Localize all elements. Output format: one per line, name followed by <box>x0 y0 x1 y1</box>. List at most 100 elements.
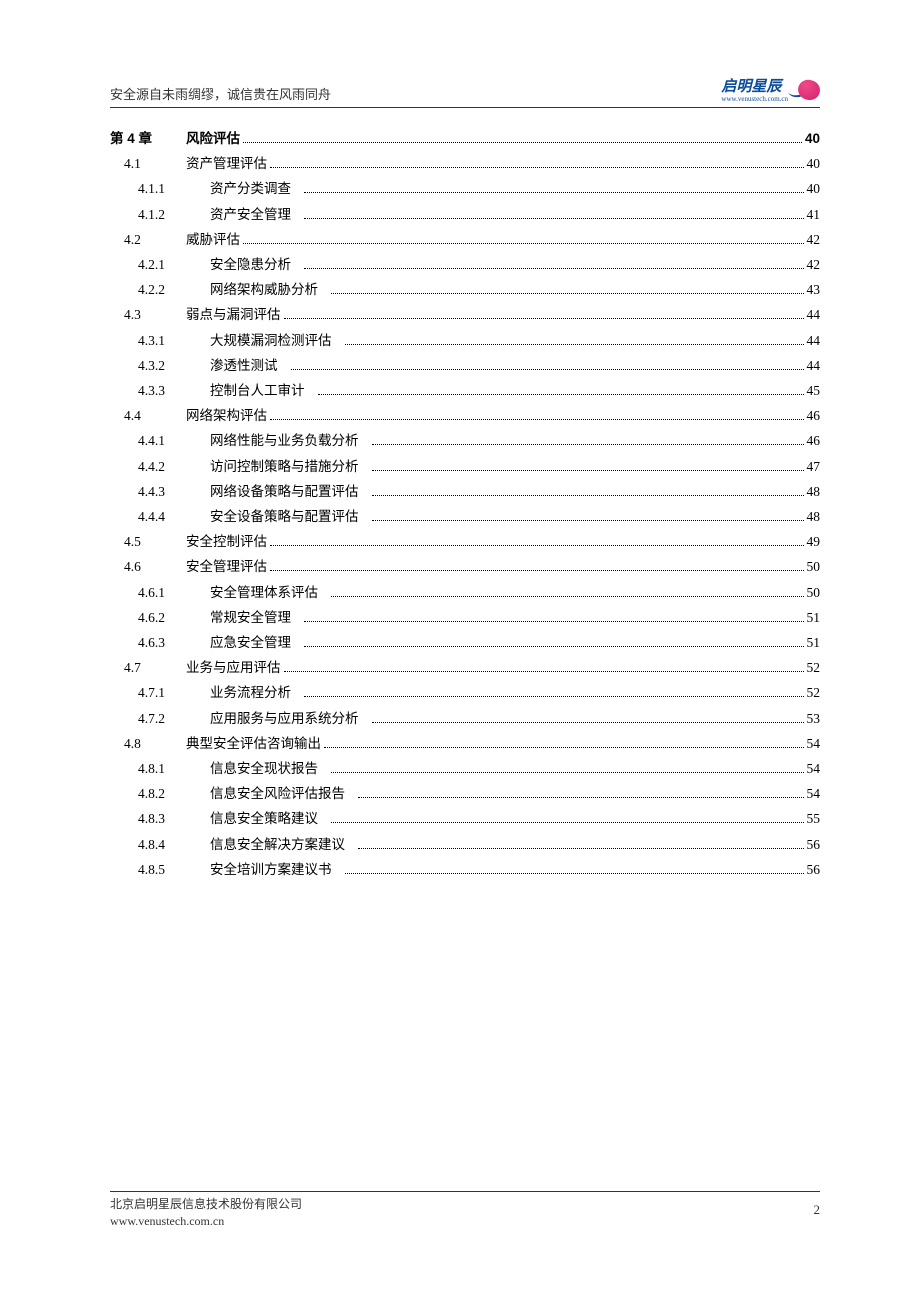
toc-leader-dots <box>372 509 804 521</box>
toc-title: 网络架构评估 <box>186 403 267 428</box>
toc-entry: 4.2.1安全隐患分析42 <box>110 252 820 277</box>
toc-page-number: 43 <box>807 277 821 302</box>
toc-entry: 4.7.2应用服务与应用系统分析53 <box>110 706 820 731</box>
toc-title: 资产管理评估 <box>186 151 267 176</box>
toc-entry: 4.8典型安全评估咨询输出54 <box>110 731 820 756</box>
toc-entry: 4.6安全管理评估 50 <box>110 554 820 579</box>
toc-number: 4.3.2 <box>138 353 210 378</box>
toc-leader-dots <box>243 131 802 143</box>
toc-leader-dots <box>331 812 804 824</box>
toc-entry: 4.3.1大规模漏洞检测评估 44 <box>110 328 820 353</box>
toc-page-number: 54 <box>807 781 821 806</box>
toc-leader-dots <box>243 232 804 244</box>
toc-title: 信息安全风险评估报告 <box>210 781 345 806</box>
toc-leader-dots <box>270 534 804 546</box>
toc-page-number: 44 <box>807 302 821 327</box>
toc-title: 安全培训方案建议书 <box>210 857 332 882</box>
toc-number: 4.6.1 <box>138 580 210 605</box>
toc-leader-dots <box>372 459 804 471</box>
toc-page-number: 47 <box>807 454 821 479</box>
toc-entry: 4.8.5安全培训方案建议书 56 <box>110 857 820 882</box>
toc-number: 4.6.2 <box>138 605 210 630</box>
page-number: 2 <box>814 1196 821 1218</box>
toc-number: 4.1.2 <box>138 202 210 227</box>
toc-entry: 4.4网络架构评估46 <box>110 403 820 428</box>
toc-leader-dots <box>304 207 804 219</box>
toc-title: 资产安全管理 <box>210 202 291 227</box>
document-page: 安全源自未雨绸缪，诚信贵在风雨同舟 启明星辰 www.venustech.com… <box>0 0 920 1302</box>
toc-entry: 4.4.2访问控制策略与措施分析 47 <box>110 454 820 479</box>
toc-entry: 4.8.2信息安全风险评估报告54 <box>110 781 820 806</box>
toc-number: 4.7.2 <box>138 706 210 731</box>
toc-page-number: 40 <box>807 151 821 176</box>
toc-page-number: 56 <box>807 832 821 857</box>
toc-entry: 4.2.2网络架构威胁分析43 <box>110 277 820 302</box>
toc-title: 风险评估 <box>186 126 240 151</box>
toc-title: 安全控制评估 <box>186 529 267 554</box>
toc-title: 信息安全策略建议 <box>210 806 318 831</box>
toc-page-number: 41 <box>807 202 821 227</box>
toc-entry: 4.4.4安全设备策略与配置评估 48 <box>110 504 820 529</box>
toc-title: 安全设备策略与配置评估 <box>210 504 359 529</box>
toc-page-number: 55 <box>807 806 821 831</box>
toc-number: 4.3.3 <box>138 378 210 403</box>
toc-leader-dots <box>270 560 804 572</box>
header-motto: 安全源自未雨绸缪，诚信贵在风雨同舟 <box>110 84 331 103</box>
toc-page-number: 49 <box>807 529 821 554</box>
toc-leader-dots <box>291 358 804 370</box>
toc-entry: 4.8.3信息安全策略建议 55 <box>110 806 820 831</box>
toc-leader-dots <box>270 408 804 420</box>
toc-number: 4.2.2 <box>138 277 210 302</box>
toc-leader-dots <box>304 257 804 269</box>
toc-page-number: 50 <box>807 554 821 579</box>
toc-title: 常规安全管理 <box>210 605 291 630</box>
toc-number: 4.6 <box>124 554 186 579</box>
toc-number: 4.1 <box>124 151 186 176</box>
toc-leader-dots <box>304 182 804 194</box>
toc-entry: 4.4.3网络设备策略与配置评估48 <box>110 479 820 504</box>
toc-number: 4.8.3 <box>138 806 210 831</box>
toc-title: 大规模漏洞检测评估 <box>210 328 332 353</box>
footer-website: www.venustech.com.cn <box>110 1213 302 1230</box>
toc-title: 信息安全现状报告 <box>210 756 318 781</box>
toc-leader-dots <box>345 333 804 345</box>
toc-title: 渗透性测试 <box>210 353 278 378</box>
toc-entry: 4.3.2渗透性测试44 <box>110 353 820 378</box>
toc-number: 4.8.4 <box>138 832 210 857</box>
toc-title: 威胁评估 <box>186 227 240 252</box>
toc-leader-dots <box>304 635 804 647</box>
toc-number: 4.7 <box>124 655 186 680</box>
toc-number: 4.4.3 <box>138 479 210 504</box>
toc-page-number: 50 <box>807 580 821 605</box>
logo-url: www.venustech.com.cn <box>721 96 788 103</box>
toc-leader-dots <box>345 862 804 874</box>
toc-number: 4.4.2 <box>138 454 210 479</box>
toc-page-number: 54 <box>807 756 821 781</box>
toc-number: 4.3.1 <box>138 328 210 353</box>
toc-entry: 4.3.3控制台人工审计45 <box>110 378 820 403</box>
table-of-contents: 第 4 章风险评估404.1资产管理评估404.1.1资产分类调查404.1.2… <box>110 126 820 882</box>
toc-page-number: 48 <box>807 504 821 529</box>
toc-number: 4.8.5 <box>138 857 210 882</box>
toc-leader-dots <box>358 786 804 798</box>
logo-text: 启明星辰 <box>721 78 781 95</box>
toc-entry: 4.7业务与应用评估52 <box>110 655 820 680</box>
toc-number: 4.2 <box>124 227 186 252</box>
toc-page-number: 42 <box>807 227 821 252</box>
toc-title: 访问控制策略与措施分析 <box>210 454 359 479</box>
toc-number: 4.8.1 <box>138 756 210 781</box>
toc-page-number: 51 <box>807 605 821 630</box>
toc-number: 4.4.4 <box>138 504 210 529</box>
toc-entry: 4.7.1业务流程分析52 <box>110 680 820 705</box>
toc-number: 4.7.1 <box>138 680 210 705</box>
toc-page-number: 53 <box>807 706 821 731</box>
toc-page-number: 44 <box>807 328 821 353</box>
toc-page-number: 56 <box>807 857 821 882</box>
toc-title: 典型安全评估咨询输出 <box>186 731 321 756</box>
toc-page-number: 40 <box>807 176 821 201</box>
toc-title: 安全管理评估 <box>186 554 267 579</box>
toc-number: 4.2.1 <box>138 252 210 277</box>
toc-page-number: 46 <box>807 403 821 428</box>
toc-leader-dots <box>324 736 804 748</box>
toc-title: 网络设备策略与配置评估 <box>210 479 359 504</box>
